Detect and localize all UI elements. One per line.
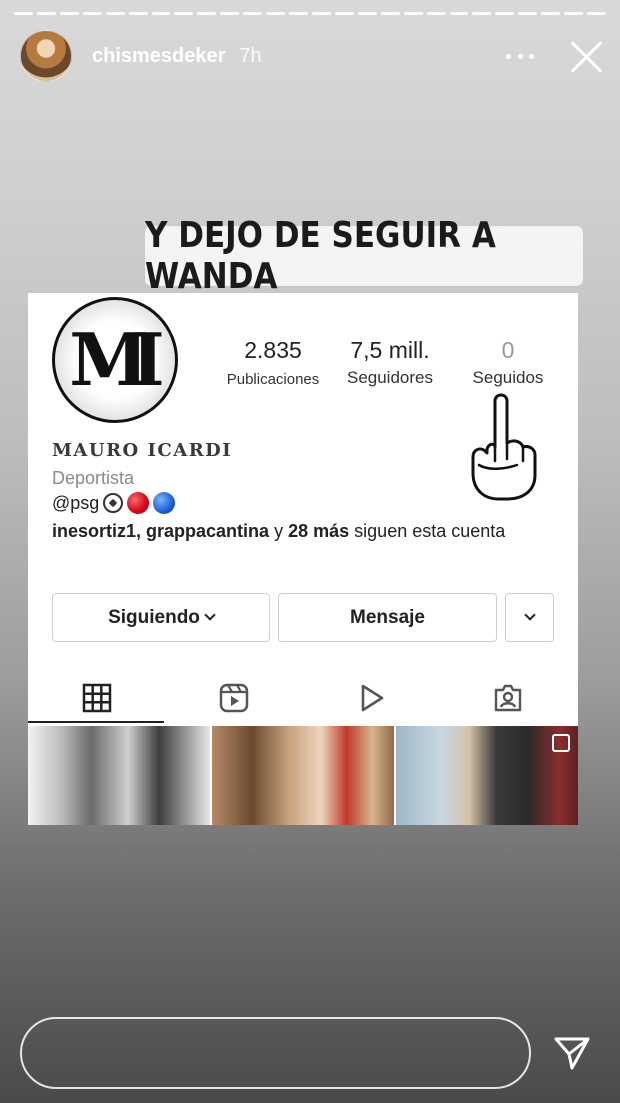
blue-circle-icon [153, 492, 176, 514]
mutual-conj: y [274, 521, 284, 541]
progress-segment [174, 12, 194, 15]
profile-name: MAURO ICARDI [52, 440, 233, 461]
stat-posts: 2.835 Publicaciones [218, 337, 328, 388]
profile-logo: MI [52, 297, 178, 423]
progress-segment [36, 12, 56, 15]
tab-video[interactable] [302, 671, 439, 725]
stat-followers-label: Seguidores [346, 368, 433, 387]
progress-segment [59, 12, 79, 15]
soccer-ball-icon [103, 493, 124, 513]
progress-segment [541, 12, 561, 15]
video-icon [361, 684, 383, 712]
progress-segment [334, 12, 354, 15]
following-button[interactable]: Siguiendo [52, 593, 270, 642]
progress-segment [82, 12, 102, 15]
progress-segment [311, 12, 331, 15]
chevron-down-icon [523, 609, 536, 621]
tagged-icon [494, 684, 521, 712]
progress-segment [587, 12, 606, 15]
following-button-label: Siguiendo [108, 606, 200, 628]
grid-photo[interactable] [28, 726, 210, 825]
reply-input[interactable] [20, 1017, 531, 1089]
progress-segment [220, 12, 240, 15]
mutual-followers[interactable]: inesortiz1, grappacantina y 28 más sigue… [52, 518, 532, 545]
progress-segment [449, 12, 469, 15]
chevron-down-icon [204, 609, 216, 621]
send-icon[interactable] [553, 1035, 591, 1071]
mutual-users: inesortiz1, grappacantina [52, 521, 270, 541]
mutual-suffix: siguen esta cuenta [354, 521, 506, 541]
close-icon[interactable] [568, 38, 604, 74]
story-header: chismesdeker 7h [20, 30, 604, 82]
progress-segment [14, 12, 33, 15]
avatar[interactable] [20, 30, 72, 82]
stat-following-value: 0 [501, 337, 515, 363]
progress-segment [151, 12, 171, 15]
progress-segment [243, 12, 263, 15]
pointing-hand-icon [471, 393, 537, 501]
timestamp: 7h [239, 44, 262, 67]
progress-segment [472, 12, 492, 15]
progress-segment [518, 12, 538, 15]
stat-following: 0 Seguidos [458, 337, 558, 388]
carousel-icon [552, 734, 570, 752]
profile-tabs [28, 671, 578, 725]
tab-reels[interactable] [165, 671, 302, 725]
progress-segment [266, 12, 286, 15]
active-tab-indicator [28, 721, 164, 723]
suggestions-button[interactable] [505, 593, 554, 642]
progress-segment [105, 12, 125, 15]
red-circle-icon [127, 492, 150, 514]
stat-posts-value: 2.835 [244, 337, 302, 363]
progress-segment [380, 12, 400, 15]
progress-segment [357, 12, 377, 15]
progress-segment [289, 12, 308, 15]
photo-grid [28, 726, 578, 825]
bio-handle[interactable]: @psg [52, 493, 99, 514]
mutual-more: 28 más [288, 521, 350, 541]
progress-segment [495, 12, 515, 15]
username[interactable]: chismesdeker [92, 45, 225, 68]
tab-grid[interactable] [28, 671, 165, 725]
progress-segment [426, 12, 446, 15]
stat-posts-label: Publicaciones [226, 371, 320, 388]
grid-photo[interactable] [212, 726, 394, 825]
stat-following-label: Seguidos [472, 368, 544, 387]
stat-followers-value: 7,5 mill. [350, 337, 430, 363]
caption-sticker: Y DEJO DE SEGUIR A WANDA [145, 215, 583, 297]
embedded-profile-screenshot: MI 2.835 Publicaciones 7,5 mill. Seguido… [28, 293, 578, 825]
more-dots-icon[interactable] [506, 44, 534, 68]
grid-photo[interactable] [396, 726, 578, 825]
tab-tagged[interactable] [439, 671, 576, 725]
grid-icon [82, 683, 111, 713]
reels-icon [219, 683, 248, 713]
progress-segment [197, 12, 217, 15]
progress-segment [128, 12, 148, 15]
stat-followers: 7,5 mill. Seguidores [336, 337, 444, 388]
progress-segment [403, 12, 423, 15]
logo-monogram: MI [69, 317, 164, 402]
story-progress-bar [14, 12, 606, 15]
profile-bio: @psg [52, 492, 176, 514]
message-button[interactable]: Mensaje [278, 593, 497, 642]
profile-category: Deportista [52, 468, 135, 488]
progress-segment [564, 12, 584, 15]
